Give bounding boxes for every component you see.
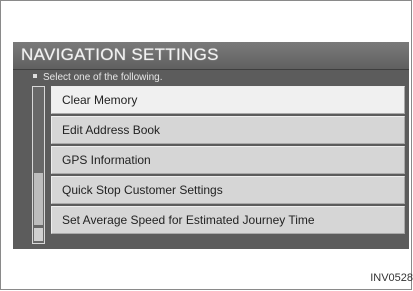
menu-item-gps-information[interactable]: GPS Information [51,146,405,174]
navigation-settings-screen: NAVIGATION SETTINGS Select one of the fo… [13,42,409,249]
figure-reference-code: INV0528 [370,272,413,284]
menu-item-label: Edit Address Book [62,123,161,137]
menu-item-set-average-speed[interactable]: Set Average Speed for Estimated Journey … [51,206,405,234]
menu-item-label: Clear Memory [62,93,138,107]
menu-item-edit-address-book[interactable]: Edit Address Book [51,116,405,144]
screen-title: NAVIGATION SETTINGS [21,45,219,64]
menu-item-label: Set Average Speed for Estimated Journey … [62,213,315,227]
bullet-icon [33,74,37,78]
instruction-text: Select one of the following. [43,72,163,83]
menu-item-label: Quick Stop Customer Settings [62,183,223,197]
menu-item-clear-memory[interactable]: Clear Memory [51,86,405,114]
title-bar: NAVIGATION SETTINGS [13,42,409,70]
scrollbar-end-indicator [34,228,43,241]
menu-item-label: GPS Information [62,153,151,167]
scrollbar-thumb[interactable] [34,173,43,225]
menu-list: Clear Memory Edit Address Book GPS Infor… [51,86,405,236]
scrollbar[interactable] [32,86,45,244]
menu-item-quick-stop-customer-settings[interactable]: Quick Stop Customer Settings [51,176,405,204]
instruction-line: Select one of the following. [33,72,163,83]
